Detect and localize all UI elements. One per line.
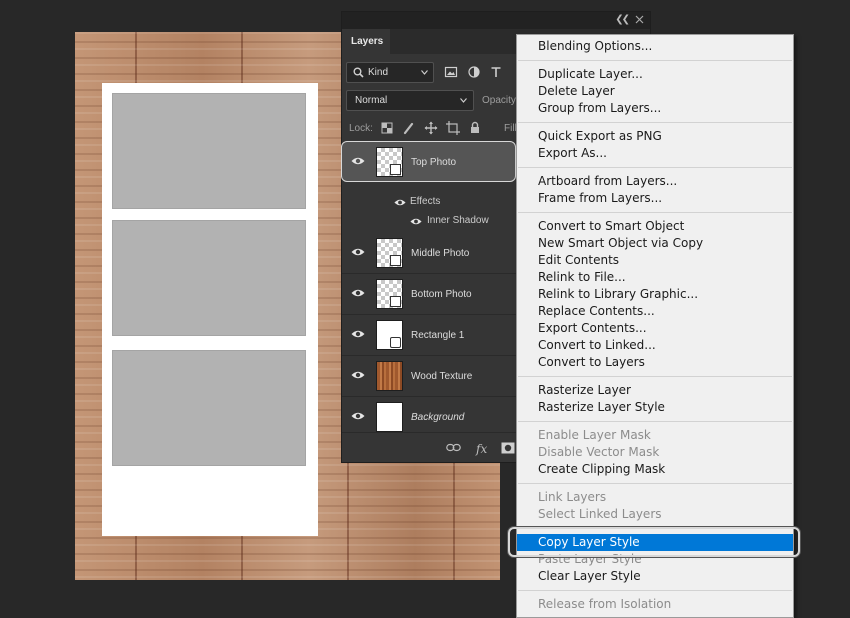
search-icon <box>353 67 364 78</box>
visibility-eye-icon[interactable] <box>351 247 365 257</box>
menu-item-convert-to-linked[interactable]: Convert to Linked... <box>517 337 793 354</box>
white-thumb <box>376 402 403 432</box>
lock-label: Lock: <box>349 123 373 134</box>
menu-separator <box>518 590 792 591</box>
effects-label: Effects <box>410 196 441 207</box>
menu-item-convert-to-smart-object[interactable]: Convert to Smart Object <box>517 218 793 235</box>
visibility-eye-icon[interactable] <box>351 370 365 380</box>
layer-name: Top Photo <box>411 157 457 168</box>
top-photo-placeholder <box>112 93 306 209</box>
lock-image-pixels-icon[interactable] <box>402 121 416 135</box>
menu-item-convert-to-layers[interactable]: Convert to Layers <box>517 354 793 371</box>
bottom-photo-placeholder <box>112 350 306 466</box>
menu-item-link-layers[interactable]: Link Layers <box>517 489 793 506</box>
middle-photo-placeholder <box>112 220 306 336</box>
panel-title-bar: ❮❮ <box>342 12 650 29</box>
filter-kind-label: Kind <box>368 67 389 78</box>
photo-strip <box>102 83 318 536</box>
filter-type-icon[interactable] <box>489 65 503 79</box>
menu-item-quick-export-png[interactable]: Quick Export as PNG <box>517 128 793 145</box>
opacity-label: Opacity: <box>482 95 519 106</box>
menu-separator <box>518 167 792 168</box>
menu-separator <box>518 122 792 123</box>
menu-item-export-contents[interactable]: Export Contents... <box>517 320 793 337</box>
tab-layers[interactable]: Layers <box>342 29 390 54</box>
smart-object-thumb <box>376 238 403 268</box>
menu-separator <box>518 212 792 213</box>
visibility-eye-icon[interactable] <box>351 288 365 298</box>
filter-pixel-icon[interactable] <box>444 65 458 79</box>
smart-object-thumb <box>376 279 403 309</box>
menu-item-export-as[interactable]: Export As... <box>517 145 793 162</box>
filter-adjustment-icon[interactable] <box>467 65 481 79</box>
menu-item-create-clipping-mask[interactable]: Create Clipping Mask <box>517 461 793 478</box>
menu-item-delete-layer[interactable]: Delete Layer <box>517 83 793 100</box>
close-panel-icon[interactable] <box>635 15 644 24</box>
menu-item-group-from-layers[interactable]: Group from Layers... <box>517 100 793 117</box>
menu-item-edit-contents[interactable]: Edit Contents <box>517 252 793 269</box>
link-layers-icon[interactable] <box>446 443 461 452</box>
effect-name: Inner Shadow <box>427 215 489 226</box>
layer-name: Middle Photo <box>411 248 470 259</box>
filter-kind-select[interactable]: Kind <box>346 62 434 83</box>
menu-item-release-from-isolation[interactable]: Release from Isolation <box>517 596 793 613</box>
layer-name: Bottom Photo <box>411 289 472 300</box>
smart-object-badge-icon <box>390 164 401 175</box>
visibility-eye-icon[interactable] <box>351 156 365 166</box>
visibility-eye-icon[interactable] <box>410 217 422 226</box>
menu-separator <box>518 421 792 422</box>
fx-layer-style-icon[interactable]: fx <box>476 442 487 456</box>
visibility-eye-icon[interactable] <box>351 411 365 421</box>
add-mask-icon[interactable] <box>501 442 515 454</box>
layer-name: Background <box>411 412 465 423</box>
visibility-eye-icon[interactable] <box>394 198 406 207</box>
shape-thumb <box>376 320 403 350</box>
chevron-down-icon <box>460 98 467 103</box>
menu-item-disable-vector-mask[interactable]: Disable Vector Mask <box>517 444 793 461</box>
menu-item-frame-from-layers[interactable]: Frame from Layers... <box>517 190 793 207</box>
menu-separator <box>518 60 792 61</box>
menu-item-artboard-from-layers[interactable]: Artboard from Layers... <box>517 173 793 190</box>
visibility-eye-icon[interactable] <box>351 329 365 339</box>
menu-separator <box>518 483 792 484</box>
shape-badge-icon <box>390 337 401 348</box>
menu-separator <box>518 376 792 377</box>
layer-name: Wood Texture <box>411 371 473 382</box>
menu-item-rasterize-layer-style[interactable]: Rasterize Layer Style <box>517 399 793 416</box>
copy-layer-style-focus-ring <box>508 527 800 557</box>
blend-mode-value: Normal <box>355 95 388 106</box>
menu-item-relink-to-library-graphic[interactable]: Relink to Library Graphic... <box>517 286 793 303</box>
menu-item-new-smart-object-via-copy[interactable]: New Smart Object via Copy <box>517 235 793 252</box>
layer-row-top-photo[interactable]: Top Photo <box>341 141 516 182</box>
menu-item-blending-options[interactable]: Blending Options... <box>517 38 793 55</box>
menu-item-rasterize-layer[interactable]: Rasterize Layer <box>517 382 793 399</box>
menu-item-replace-contents[interactable]: Replace Contents... <box>517 303 793 320</box>
menu-item-select-linked-layers[interactable]: Select Linked Layers <box>517 506 793 523</box>
lock-all-icon[interactable] <box>468 121 482 135</box>
lock-position-icon[interactable] <box>424 121 438 135</box>
collapse-panel-icon[interactable]: ❮❮ <box>615 14 630 25</box>
smart-object-badge-icon <box>390 255 401 266</box>
menu-item-relink-to-file[interactable]: Relink to File... <box>517 269 793 286</box>
smart-object-thumb <box>376 147 403 177</box>
chevron-down-icon <box>421 70 428 75</box>
menu-item-duplicate-layer[interactable]: Duplicate Layer... <box>517 66 793 83</box>
menu-item-clear-layer-style[interactable]: Clear Layer Style <box>517 568 793 585</box>
lock-artboard-icon[interactable] <box>446 121 460 135</box>
blend-mode-select[interactable]: Normal <box>346 90 474 111</box>
menu-item-enable-layer-mask[interactable]: Enable Layer Mask <box>517 427 793 444</box>
lock-transparency-icon[interactable] <box>380 121 394 135</box>
smart-object-badge-icon <box>390 296 401 307</box>
wood-thumb <box>376 361 403 391</box>
layer-name: Rectangle 1 <box>411 330 465 341</box>
